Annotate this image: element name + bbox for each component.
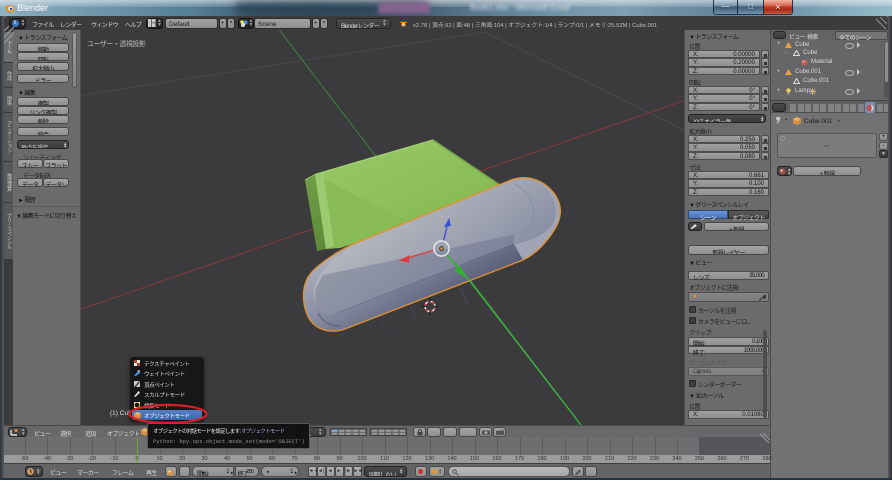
svg-text:ユーザー・透視投影: ユーザー・透視投影 [87,39,146,48]
